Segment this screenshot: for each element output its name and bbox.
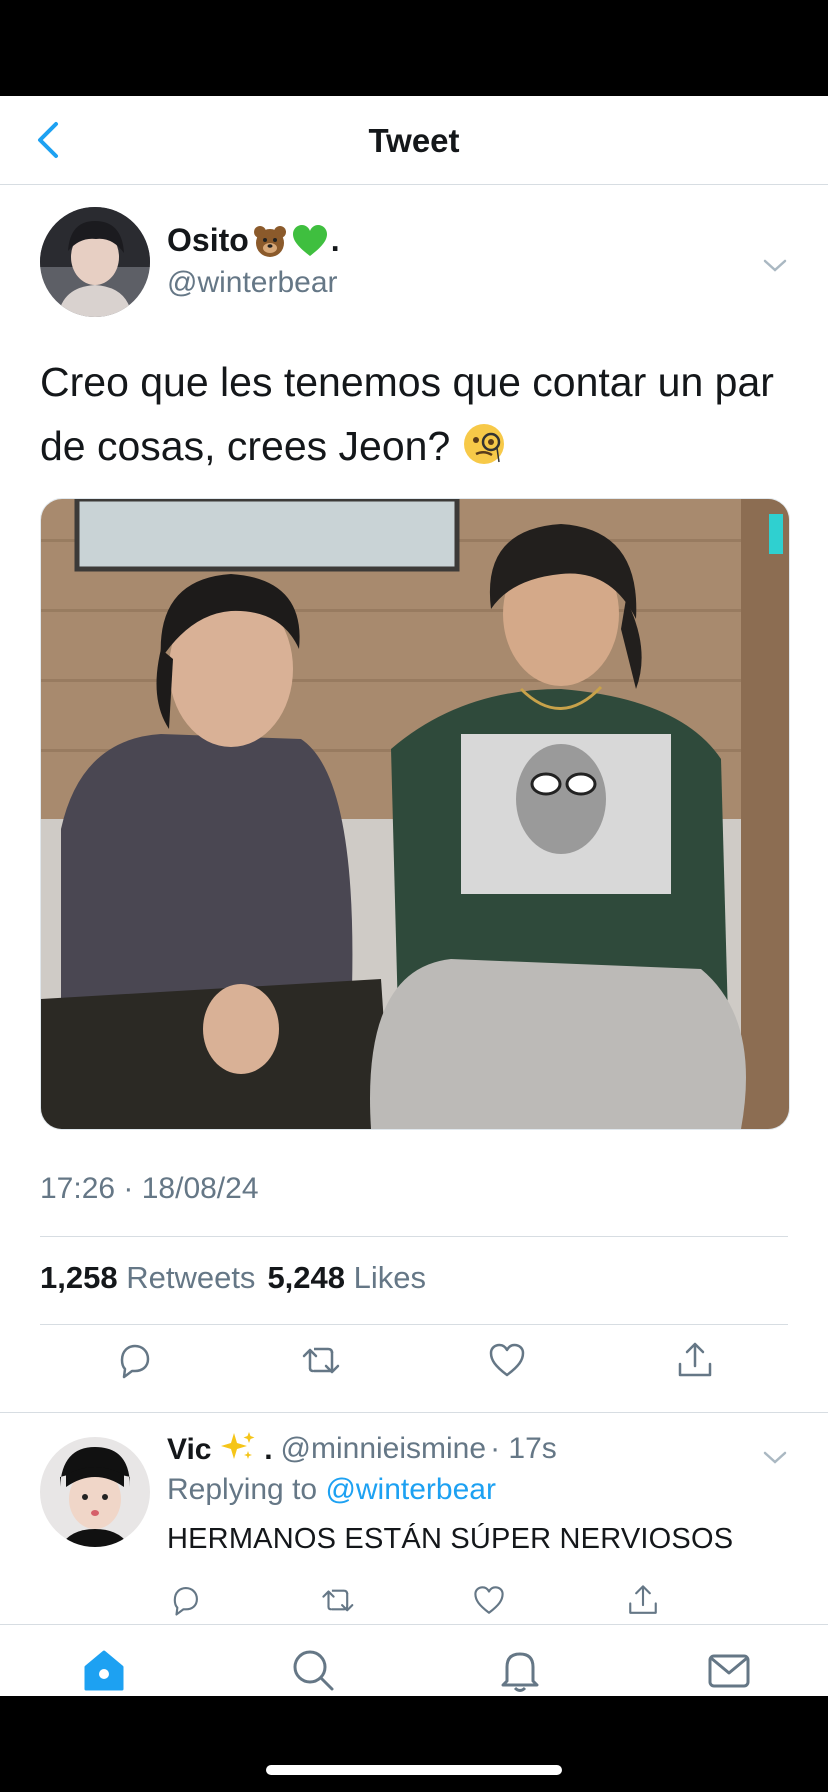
avatar[interactable] bbox=[40, 207, 150, 317]
retweets-label: Retweets bbox=[126, 1260, 256, 1295]
home-indicator-area bbox=[0, 1696, 828, 1792]
display-name-text: Osito bbox=[167, 222, 249, 258]
replying-prefix: Replying to bbox=[167, 1473, 318, 1506]
home-icon[interactable] bbox=[81, 1647, 127, 1693]
reply-avatar[interactable] bbox=[40, 1437, 150, 1547]
display-name[interactable]: Osito . bbox=[167, 222, 340, 259]
page-title: Tweet bbox=[368, 122, 460, 159]
green-heart-emoji-icon bbox=[292, 224, 327, 256]
share-icon[interactable] bbox=[626, 1583, 660, 1617]
divider bbox=[40, 1236, 788, 1237]
reply-icon[interactable] bbox=[168, 1583, 202, 1617]
likes-label: Likes bbox=[353, 1260, 427, 1295]
likes-stat[interactable]: 5,248 Likes bbox=[267, 1260, 426, 1296]
tweet-actions bbox=[0, 1340, 828, 1390]
notifications-icon[interactable] bbox=[497, 1647, 543, 1693]
user-handle[interactable]: @winterbear bbox=[167, 266, 338, 300]
likes-count: 5,248 bbox=[267, 1260, 346, 1295]
reply-name-suffix: . bbox=[264, 1433, 273, 1466]
like-icon[interactable] bbox=[472, 1583, 506, 1617]
home-indicator[interactable] bbox=[266, 1765, 562, 1775]
chevron-down-icon[interactable] bbox=[760, 252, 790, 278]
tweet-timestamp: 17:26 · 18/08/24 bbox=[40, 1172, 259, 1205]
display-name-suffix: . bbox=[330, 222, 340, 258]
reply-text: HERMANOS ESTÁN SÚPER NERVIOSOS bbox=[167, 1523, 734, 1555]
search-icon[interactable] bbox=[290, 1647, 336, 1693]
replying-handle-link[interactable]: @winterbear bbox=[325, 1473, 496, 1506]
reply-display-name[interactable]: Vic . bbox=[167, 1431, 273, 1467]
tweet-text-content: Creo que les tenemos que contar un par d… bbox=[40, 359, 774, 469]
monocle-face-emoji-icon bbox=[463, 424, 504, 464]
sparkles-emoji-icon bbox=[220, 1432, 255, 1459]
chevron-down-icon[interactable] bbox=[760, 1445, 790, 1469]
main-tweet: Osito . @winterbear Creo que les tenemos… bbox=[0, 184, 828, 1413]
retweets-count: 1,258 bbox=[40, 1260, 118, 1295]
status-bar bbox=[0, 0, 828, 96]
bear-emoji-icon bbox=[253, 225, 286, 257]
retweet-icon[interactable] bbox=[320, 1583, 354, 1617]
tweet-photo[interactable] bbox=[40, 498, 790, 1130]
messages-icon[interactable] bbox=[706, 1647, 752, 1693]
divider bbox=[40, 1324, 788, 1325]
tweet-stats: 1,258 Retweets 5,248 Likes bbox=[40, 1260, 426, 1296]
reply-display-name-text: Vic bbox=[167, 1433, 212, 1466]
reply-header: Vic . @minnieismine · 17s bbox=[167, 1431, 557, 1467]
like-icon[interactable] bbox=[487, 1340, 527, 1380]
reply-handle[interactable]: @minnieismine bbox=[281, 1432, 487, 1466]
reply-time: · 17s bbox=[490, 1432, 557, 1465]
reply-icon[interactable] bbox=[114, 1340, 154, 1380]
share-icon[interactable] bbox=[675, 1340, 715, 1380]
tab-bar bbox=[0, 1624, 828, 1697]
retweets-stat[interactable]: 1,258 Retweets bbox=[40, 1260, 255, 1296]
replying-to: Replying to @winterbear bbox=[167, 1473, 496, 1507]
retweet-icon[interactable] bbox=[300, 1340, 340, 1380]
tweet-text: Creo que les tenemos que contar un par d… bbox=[40, 350, 780, 478]
reply-tweet[interactable]: Vic . @minnieismine · 17s Replying to @w… bbox=[0, 1413, 828, 1623]
nav-bar: Tweet bbox=[0, 96, 828, 185]
